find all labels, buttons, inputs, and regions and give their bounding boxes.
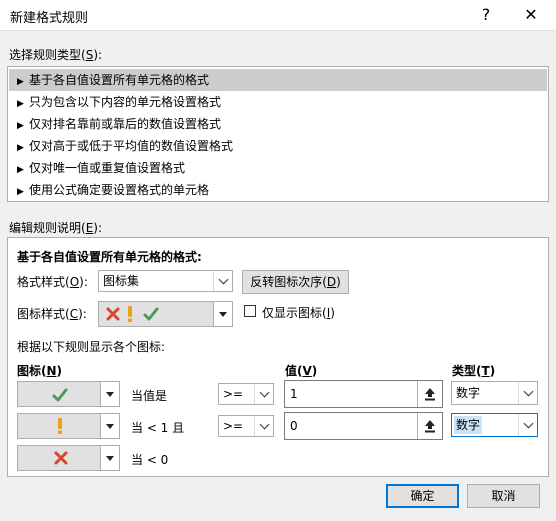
expand-arrow-icon: ▶ [17, 77, 24, 87]
rule-type-item[interactable]: ▶ 基于各自值设置所有单元格的格式 [9, 69, 547, 91]
icon-select-row1[interactable] [17, 381, 120, 407]
check-icon [52, 388, 68, 402]
operator-select-row2[interactable]: >= [218, 415, 274, 437]
icon-style-label: 图标样式(C): [17, 307, 87, 321]
rule-type-item[interactable]: ▶ 只为包含以下内容的单元格设置格式 [9, 91, 547, 113]
chevron-down-icon [254, 384, 273, 404]
rule-type-item[interactable]: ▶ 仅对排名靠前或靠后的数值设置格式 [9, 113, 547, 135]
show-icon-only-label: 仅显示图标(I) [262, 306, 335, 320]
value-input-row1[interactable]: 1 [284, 380, 443, 408]
rule-type-item[interactable]: ▶ 仅对高于或低于平均值的数值设置格式 [9, 135, 547, 157]
type-select-row2[interactable]: 数字 [451, 413, 538, 437]
edit-rule-label: 编辑规则说明(E): [9, 221, 103, 235]
expand-arrow-icon: ▶ [17, 165, 24, 175]
check-icon [143, 307, 159, 321]
expand-arrow-icon: ▶ [17, 99, 24, 109]
title-bar: 新建格式规则 ? ✕ [0, 0, 556, 30]
expand-arrow-icon: ▶ [17, 143, 24, 153]
icon-select-row2[interactable] [17, 413, 120, 439]
icon-style-select[interactable] [98, 301, 233, 327]
value-column-header: 值(V) [285, 364, 318, 378]
rule-type-item[interactable]: ▶ 仅对唯一值或重复值设置格式 [9, 157, 547, 179]
operator-value: >= [223, 387, 244, 401]
cancel-button[interactable]: 取消 [467, 484, 540, 508]
chevron-down-icon [213, 271, 232, 291]
icon-select-row3[interactable] [17, 445, 120, 471]
window-title: 新建格式规则 [10, 11, 89, 26]
dropdown-arrow-icon [100, 414, 119, 438]
type-column-header: 类型(T) [452, 364, 496, 378]
expand-arrow-icon: ▶ [17, 121, 24, 131]
reverse-icon-order-button[interactable]: 反转图标次序(D) [242, 270, 349, 294]
cross-icon [54, 451, 68, 465]
exclamation-icon [128, 306, 132, 322]
type-select-row1[interactable]: 数字 [451, 381, 538, 405]
expand-arrow-icon: ▶ [17, 187, 24, 197]
ok-button[interactable]: 确定 [386, 484, 459, 508]
chevron-down-icon [518, 414, 537, 436]
operator-select-row1[interactable]: >= [218, 383, 274, 405]
operator-value: >= [223, 419, 244, 433]
format-style-label: 格式样式(O): [17, 275, 88, 289]
value-input-row2[interactable]: 0 [284, 412, 443, 440]
type-value: 数字 [456, 386, 481, 400]
condition-label: 当 < 0 [131, 453, 169, 467]
rule-type-list: ▶ 基于各自值设置所有单元格的格式 ▶ 只为包含以下内容的单元格设置格式 ▶ 仅对排名… [7, 66, 549, 202]
rules-caption: 根据以下规则显示各个图标: [17, 340, 166, 354]
chevron-down-icon [254, 416, 273, 436]
exclamation-icon [58, 418, 62, 434]
cross-icon [106, 307, 120, 321]
dropdown-arrow-icon [100, 382, 119, 406]
rule-type-item[interactable]: ▶ 使用公式确定要设置格式的单元格 [9, 179, 547, 201]
range-picker-icon[interactable] [417, 413, 442, 439]
chevron-down-icon [518, 382, 537, 404]
format-style-select[interactable]: 图标集 [98, 270, 233, 292]
type-value: 数字 [454, 416, 483, 434]
value-text: 1 [290, 387, 298, 401]
range-picker-icon[interactable] [417, 381, 442, 407]
format-style-value: 图标集 [103, 274, 140, 288]
close-button[interactable]: ✕ [519, 4, 543, 26]
rule-type-label: 选择规则类型(S): [9, 48, 103, 62]
condition-label: 当值是 [131, 389, 168, 403]
dropdown-arrow-icon [213, 302, 232, 326]
rule-heading: 基于各自值设置所有单元格的格式: [17, 250, 202, 264]
condition-label: 当 < 1 且 [131, 421, 185, 435]
value-text: 0 [290, 419, 298, 433]
show-icon-only-checkbox[interactable] [244, 305, 256, 317]
icon-column-header: 图标(N) [17, 364, 63, 378]
dropdown-arrow-icon [100, 446, 119, 470]
help-button[interactable]: ? [474, 4, 498, 26]
